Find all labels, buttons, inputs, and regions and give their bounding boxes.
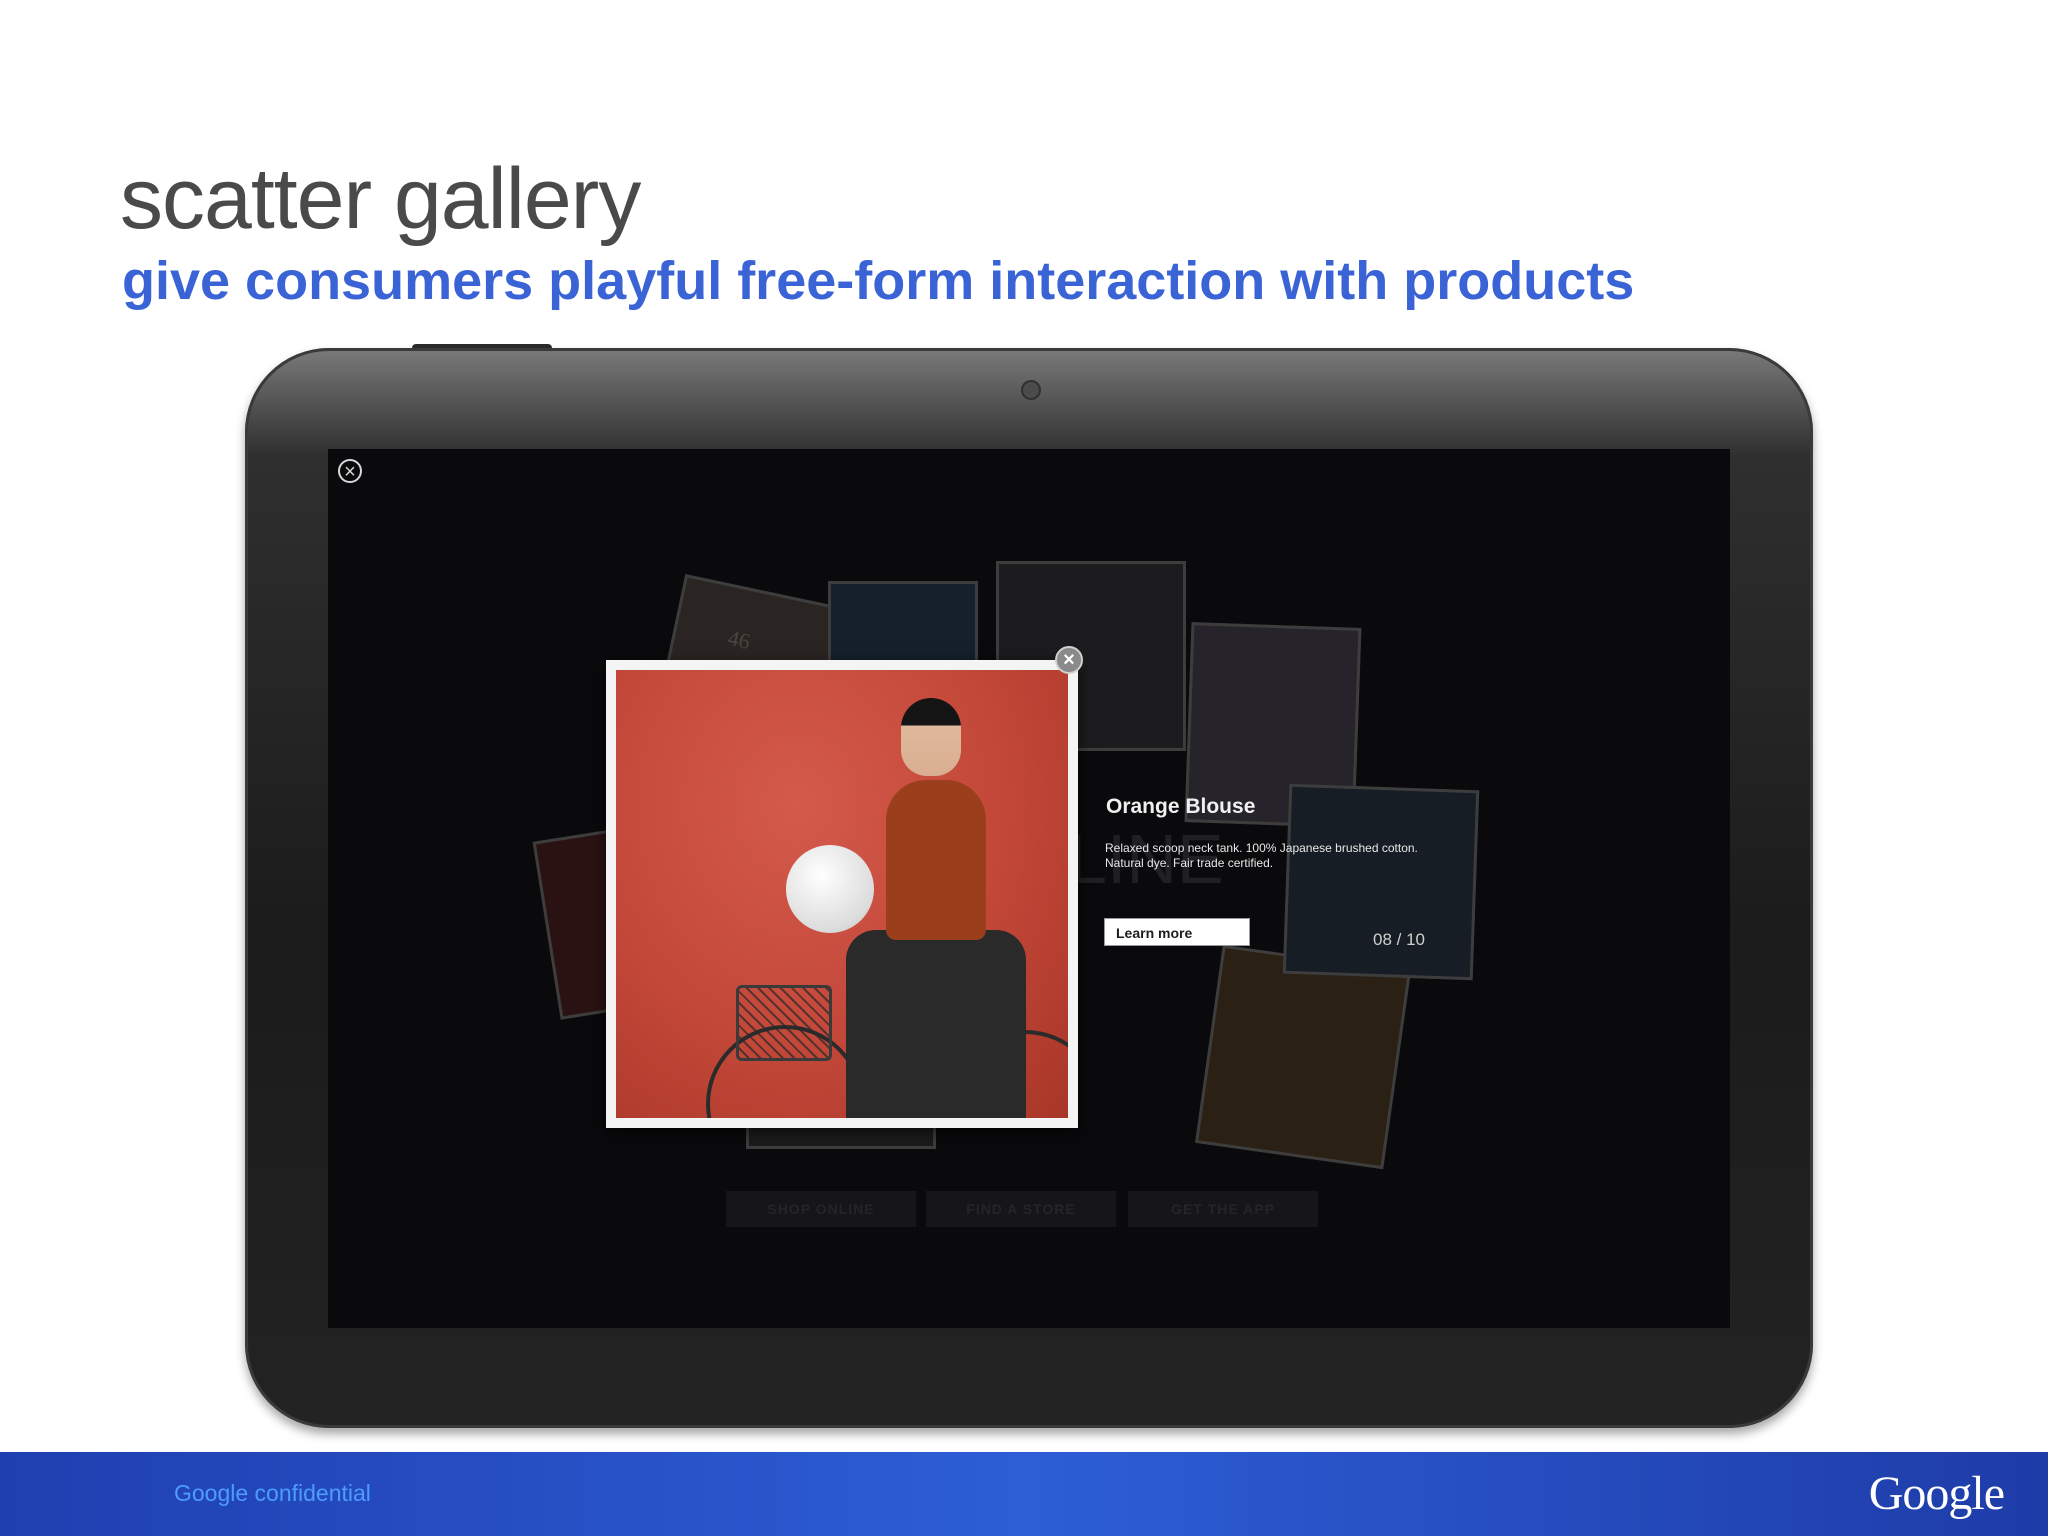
photo-bicycle-basket	[736, 985, 832, 1061]
gallery-card[interactable]	[1282, 783, 1480, 981]
tablet-camera	[1023, 382, 1039, 398]
product-name: Orange Blouse	[1106, 795, 1256, 818]
learn-more-button[interactable]: Learn more	[1104, 918, 1250, 946]
photo-figure-blouse	[886, 780, 986, 940]
get-the-app-button[interactable]: GET THE APP	[1128, 1191, 1318, 1227]
drag-handle[interactable]	[786, 845, 874, 933]
confidential-label: Google confidential	[174, 1480, 371, 1506]
gallery-card[interactable]	[1195, 944, 1411, 1170]
close-icon[interactable]: ×	[1055, 646, 1083, 674]
google-logo: Google	[1868, 1467, 2005, 1520]
product-photo	[616, 670, 1068, 1118]
gallery-counter: 08 / 10	[1373, 930, 1425, 949]
slide-footer: Google confidential Google	[0, 1452, 2048, 1536]
close-icon[interactable]: ×	[338, 459, 362, 483]
featured-product-card[interactable]	[606, 660, 1078, 1128]
slide-title: scatter gallery	[120, 151, 641, 247]
find-a-store-button[interactable]: FIND A STORE	[926, 1191, 1116, 1227]
product-description: Relaxed scoop neck tank. 100% Japanese b…	[1105, 841, 1418, 870]
slide-subtitle: give consumers playful free-form interac…	[122, 251, 1635, 311]
tablet-screen: × 46 LINE × Orange Blouse Relaxed scoop …	[328, 449, 1730, 1328]
shop-online-button[interactable]: SHOP ONLINE	[726, 1191, 916, 1227]
photo-figure-head	[901, 698, 961, 776]
